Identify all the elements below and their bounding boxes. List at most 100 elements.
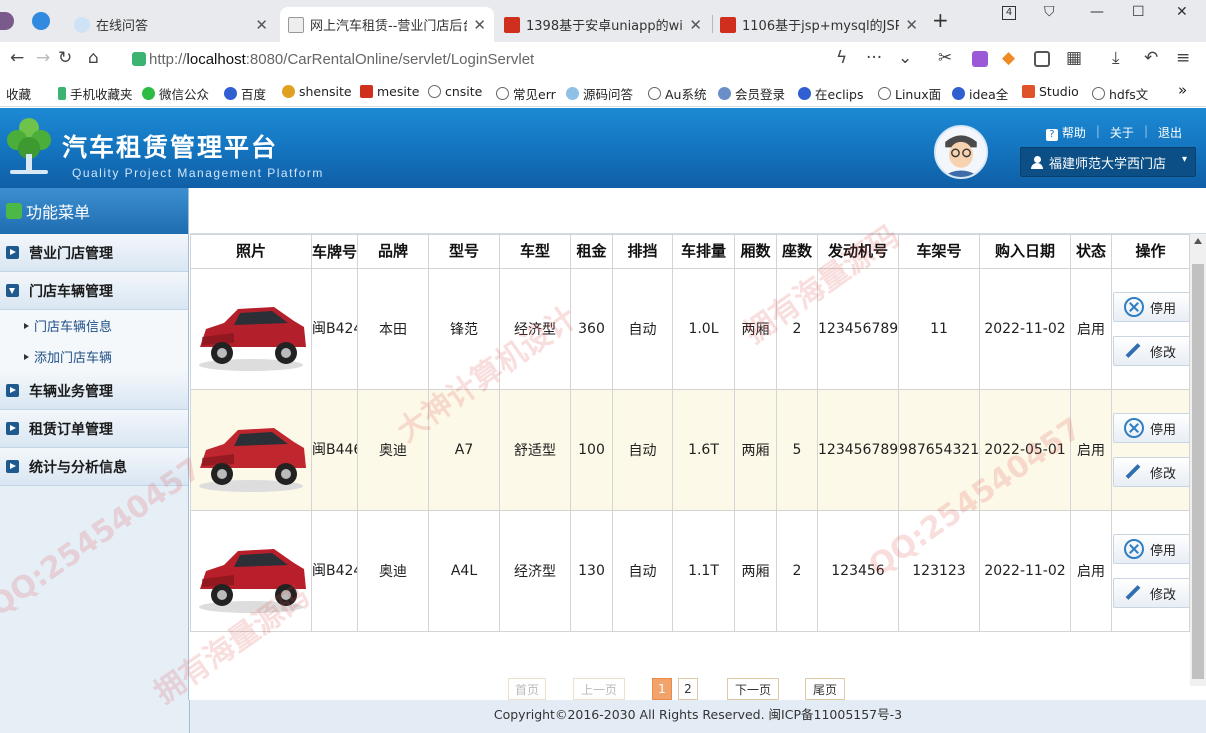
- tab-jsp[interactable]: 1106基于jsp+mysql的JSP校 ✕: [712, 7, 926, 42]
- shirt-icon[interactable]: ⛉: [1044, 4, 1055, 20]
- tab-car-rental[interactable]: 网上汽车租赁--营业门店后台 ✕: [280, 7, 494, 42]
- maximize-button[interactable]: ☐: [1132, 4, 1145, 20]
- next-page-button[interactable]: 下一页: [727, 678, 779, 700]
- bookmark-item[interactable]: 常见err: [496, 84, 556, 103]
- edit-label: 修改: [1150, 345, 1177, 361]
- sidebar-item-rental-orders[interactable]: 租赁订单管理: [0, 410, 188, 448]
- disable-button[interactable]: 停用: [1113, 413, 1190, 443]
- url-text[interactable]: http://localhost:8080/CarRentalOnline/se…: [149, 51, 534, 68]
- bookmark-item[interactable]: 源码问答: [566, 84, 633, 103]
- more-icon[interactable]: ···: [866, 48, 882, 68]
- bookmarks-overflow-icon[interactable]: »: [1178, 81, 1187, 99]
- edit-button[interactable]: 修改: [1113, 578, 1190, 608]
- cell-frame: 987654321: [898, 389, 980, 511]
- cell-actions: 停用修改: [1111, 389, 1190, 511]
- page-1-button[interactable]: 1: [652, 678, 672, 700]
- first-page-button[interactable]: 首页: [508, 678, 546, 700]
- minimize-button[interactable]: —: [1090, 4, 1104, 20]
- close-window-button[interactable]: ✕: [1176, 4, 1188, 20]
- edit-label: 修改: [1150, 466, 1177, 482]
- scissors-icon[interactable]: ✂: [938, 48, 952, 68]
- tab-title: 在线问答: [96, 19, 149, 34]
- prev-page-button[interactable]: 上一页: [573, 678, 625, 700]
- bookmark-item[interactable]: 在eclips: [798, 84, 863, 103]
- bookmark-item[interactable]: mesite: [360, 84, 419, 99]
- expand-icon: [6, 384, 19, 397]
- bookmark-item[interactable]: Linux面: [878, 84, 941, 103]
- lightning-icon[interactable]: ϟ: [836, 48, 847, 68]
- translate-icon[interactable]: [972, 51, 988, 67]
- expand-icon: [6, 246, 19, 259]
- bookmark-item[interactable]: 收藏: [6, 84, 31, 103]
- help-link[interactable]: ? 帮助: [1036, 124, 1096, 141]
- apps-grid-icon[interactable]: ▦: [1066, 48, 1082, 68]
- sidebar-item-vehicle-business[interactable]: 车辆业务管理: [0, 372, 188, 410]
- new-tab-button[interactable]: +: [932, 8, 949, 32]
- cell-date: 2022-11-02: [979, 510, 1071, 632]
- sidebar-item-statistics[interactable]: 统计与分析信息: [0, 448, 188, 486]
- scroll-thumb[interactable]: [1192, 264, 1204, 679]
- bookmark-item[interactable]: shensite: [282, 84, 352, 99]
- bookmark-label: idea全: [969, 87, 1009, 102]
- page-2-button[interactable]: 2: [678, 678, 698, 700]
- close-icon[interactable]: ✕: [905, 16, 918, 34]
- address-bar[interactable]: http://localhost:8080/CarRentalOnline/se…: [126, 46, 926, 74]
- site-icon: [718, 87, 731, 100]
- bookmark-item[interactable]: 百度: [224, 84, 266, 103]
- tab-uniapp[interactable]: 1398基于安卓uniapp的wifi ✕: [496, 7, 710, 42]
- extension-icon[interactable]: [1034, 51, 1050, 67]
- car-photo: [199, 549, 306, 613]
- close-icon[interactable]: ✕: [689, 16, 702, 34]
- sidebar-item-store-management[interactable]: 营业门店管理: [0, 234, 188, 272]
- bookmark-item[interactable]: hdfs文: [1092, 84, 1148, 103]
- sidebar-item-vehicle-management[interactable]: 门店车辆管理: [0, 272, 188, 310]
- bookmark-item[interactable]: Au系统: [648, 84, 706, 103]
- globe-icon: [74, 16, 90, 33]
- edit-button[interactable]: 修改: [1113, 336, 1190, 366]
- scroll-up-icon[interactable]: [1194, 238, 1202, 244]
- tab-title: 1398基于安卓uniapp的wifi: [526, 19, 684, 34]
- disable-button[interactable]: 停用: [1113, 292, 1190, 322]
- bookmark-item[interactable]: Studio: [1022, 84, 1079, 99]
- close-icon[interactable]: ✕: [473, 16, 486, 34]
- shield-icon: [132, 52, 146, 66]
- pencil-icon: [1124, 584, 1142, 602]
- vehicle-table: 照片 车牌号 品牌 型号 车型 租金 排挡 车排量 厢数 座数 发动机号 车架号…: [190, 234, 1190, 632]
- profile-avatar[interactable]: [0, 12, 14, 30]
- bookmark-label: 微信公众: [159, 87, 210, 102]
- about-link[interactable]: 关于: [1100, 124, 1144, 141]
- avatar[interactable]: [934, 125, 988, 179]
- edit-button[interactable]: 修改: [1113, 457, 1190, 487]
- reload-icon[interactable]: ↻: [58, 48, 72, 68]
- disable-button[interactable]: 停用: [1113, 534, 1190, 564]
- telegram-icon[interactable]: [32, 12, 50, 30]
- store-selector[interactable]: 福建师范大学西门店 ▾: [1020, 147, 1196, 177]
- vehicle-table-container[interactable]: 照片 车牌号 品牌 型号 车型 租金 排挡 车排量 厢数 座数 发动机号 车架号…: [190, 234, 1190, 668]
- cell-actions: 停用修改: [1111, 268, 1190, 390]
- cell-model: A4L: [428, 510, 500, 632]
- last-page-button[interactable]: 尾页: [805, 678, 845, 700]
- home-icon[interactable]: ⌂: [88, 48, 99, 68]
- sidebar-subitem-add-vehicle[interactable]: 添加门店车辆: [0, 341, 188, 372]
- close-icon[interactable]: ✕: [255, 16, 268, 34]
- bookmark-item[interactable]: 会员登录: [718, 84, 785, 103]
- game-icon[interactable]: ◆: [1002, 48, 1015, 68]
- cell-model: A7: [428, 389, 500, 511]
- back-icon[interactable]: ←: [10, 48, 24, 68]
- download-icon[interactable]: ⤓: [1112, 48, 1120, 68]
- menu-icon[interactable]: ≡: [1176, 48, 1190, 68]
- undo-icon[interactable]: ↶: [1144, 48, 1158, 68]
- bookmark-item[interactable]: 微信公众: [142, 84, 209, 103]
- scrollbar[interactable]: [1190, 234, 1206, 686]
- forward-icon[interactable]: →: [36, 48, 50, 68]
- cell-engine: 123456789: [817, 268, 899, 390]
- bookmark-item[interactable]: cnsite: [428, 84, 482, 99]
- logout-link[interactable]: 退出: [1148, 124, 1192, 141]
- tab-online-qa[interactable]: 在线问答 ✕: [66, 7, 276, 42]
- chevron-down-icon[interactable]: ⌄: [898, 48, 912, 68]
- bookmark-item[interactable]: idea全: [952, 84, 1008, 103]
- bookmark-item[interactable]: 手机收藏夹: [58, 84, 133, 103]
- sidebar-subitem-vehicle-info[interactable]: 门店车辆信息: [0, 310, 188, 341]
- tab-count-badge[interactable]: 4: [1002, 6, 1016, 20]
- bookmark-label: Linux面: [895, 87, 942, 102]
